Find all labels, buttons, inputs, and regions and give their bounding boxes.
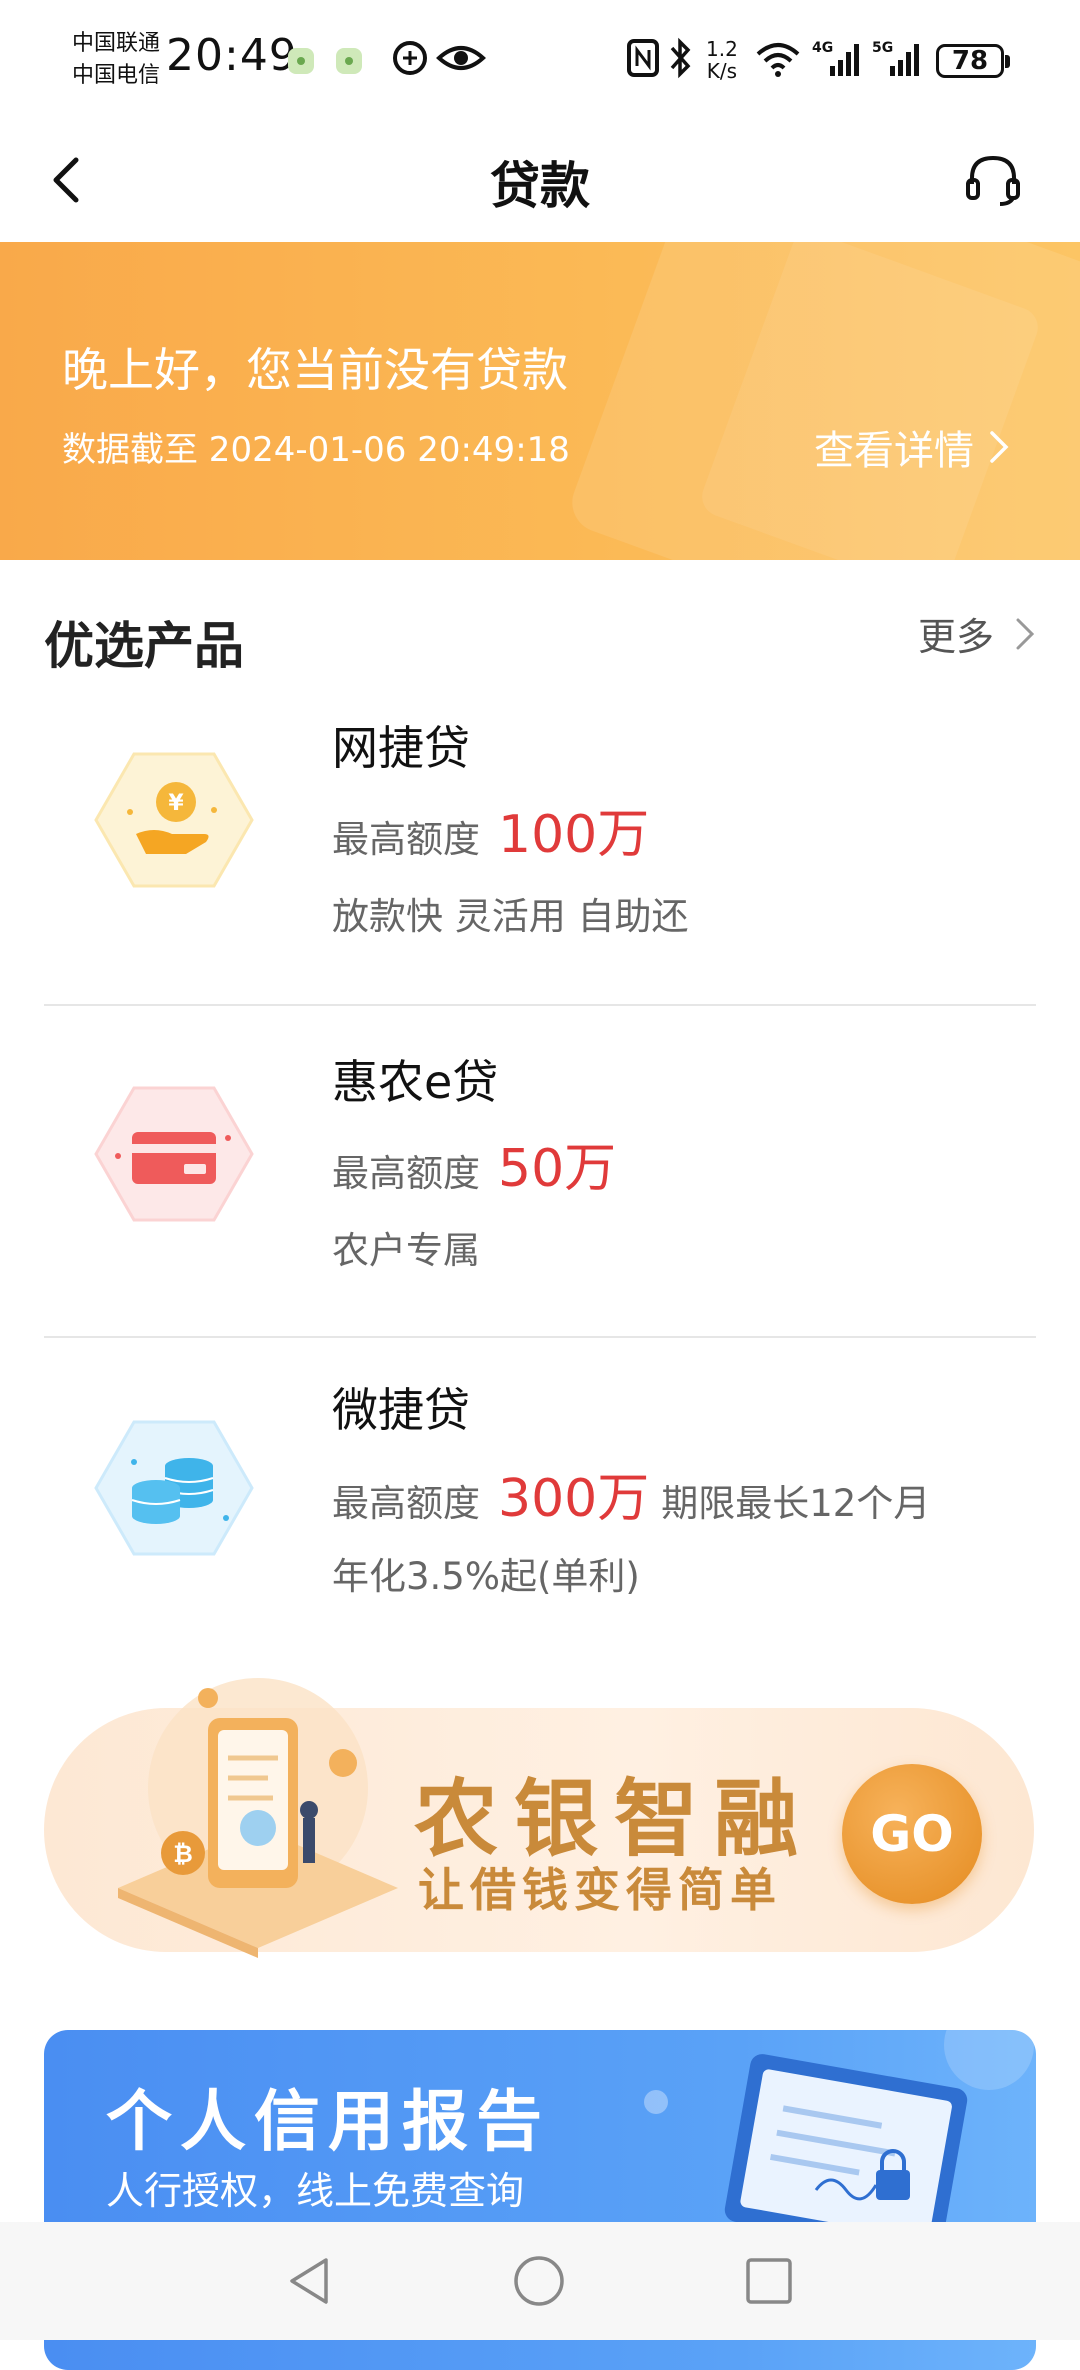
net-speed-unit: K/s (706, 59, 738, 83)
product-name: 微捷贷 (332, 1383, 470, 1437)
svg-text:¥: ¥ (168, 791, 184, 816)
hand-coin-icon: ¥ (94, 752, 254, 888)
product-description: 农户专属 (332, 1229, 480, 1272)
signal-5g-icon: 5G (872, 40, 919, 76)
divider (44, 1004, 1036, 1006)
nfc-icon (627, 39, 659, 77)
signal-4g-icon: 4G (812, 40, 859, 76)
product-item-wangjiedai[interactable]: ¥ 网捷贷 最高额度 100万 放款快 灵活用 自助还 (44, 700, 1036, 1000)
view-details-link[interactable]: 查看详情 (814, 418, 1012, 476)
chevron-right-icon (990, 431, 1009, 463)
product-name: 惠农e贷 (332, 1055, 499, 1109)
status-time: 20:49 (166, 30, 298, 81)
product-item-huinong-edai[interactable]: 惠农e贷 最高额度 50万 农户专属 (44, 1034, 1036, 1334)
svg-text:₿: ₿ (173, 1840, 193, 1868)
customer-service-headset-icon[interactable] (962, 148, 1024, 210)
net-speed: 1.2 K/s (706, 38, 738, 82)
product-item-weijiedai[interactable]: 微捷贷 最高额度 300万 期限最长12个月 年化3.5%起(单利) (44, 1364, 1036, 1664)
limit-label: 最高额度 (332, 1152, 480, 1195)
net-speed-value: 1.2 (706, 37, 738, 61)
status-bar: 中国联通 中国电信 20:49 1.2 K/s 4G 5G 78 (0, 0, 1080, 120)
system-navigation-bar (0, 2222, 1080, 2340)
svg-text:5G: 5G (872, 40, 893, 56)
chevron-right-icon (1016, 618, 1035, 649)
limit-label: 最高额度 (332, 1482, 480, 1525)
view-details-label: 查看详情 (814, 428, 974, 474)
credit-report-subtitle: 人行授权，线上免费查询 (106, 2169, 525, 2213)
credit-report-title: 个人信用报告 (106, 2083, 550, 2160)
data-saver-icon (393, 41, 427, 75)
limit-value: 300万 (498, 1469, 650, 1529)
more-label: 更多 (917, 615, 994, 659)
loan-status-banner: 晚上好，您当前没有贷款 数据截至 2024-01-06 20:49:18 查看详… (0, 242, 1080, 560)
product-limit-row: 最高额度 100万 (332, 792, 649, 867)
product-description: 放款快 灵活用 自助还 (332, 895, 689, 938)
system-recents-icon[interactable] (740, 2252, 798, 2310)
limit-term: 期限最长12个月 (661, 1482, 931, 1525)
page-title: 贷款 (490, 157, 590, 215)
wifi-icon (756, 43, 800, 77)
promo-subtitle: 让借钱变得简单 (418, 1863, 782, 1917)
card-icon (94, 1086, 254, 1222)
limit-label: 最高额度 (332, 818, 480, 861)
product-limit-row: 最高额度 300万 期限最长12个月 (332, 1456, 930, 1531)
nongyin-zhirong-promo-banner[interactable]: ₿ 农银智融 让借钱变得简单 GO (44, 1678, 1034, 1958)
phone-finance-illustration: ₿ (118, 1678, 398, 1958)
system-home-icon[interactable] (510, 2252, 568, 2310)
product-limit-row: 最高额度 50万 (332, 1126, 616, 1201)
carrier-1: 中国联通 (72, 31, 161, 56)
svg-text:4G: 4G (812, 40, 833, 56)
coins-stack-icon (94, 1420, 254, 1556)
product-description: 年化3.5%起(单利) (332, 1555, 640, 1598)
bluetooth-icon (670, 37, 691, 79)
decor-dot (644, 2090, 668, 2114)
more-products-link[interactable]: 更多 (918, 606, 1038, 661)
battery-level: 78 (936, 44, 1010, 78)
limit-value: 100万 (498, 805, 650, 865)
data-timestamp: 数据截至 2024-01-06 20:49:18 (62, 430, 570, 470)
product-name: 网捷贷 (332, 721, 470, 775)
carrier-names: 中国联通 中国电信 (72, 28, 160, 92)
go-button[interactable]: GO (842, 1764, 982, 1904)
divider (44, 1336, 1036, 1338)
system-back-icon[interactable] (282, 2252, 340, 2310)
eye-comfort-icon (436, 46, 486, 70)
top-nav-bar: 贷款 (0, 120, 1080, 242)
limit-value: 50万 (498, 1139, 617, 1199)
wechat-notification-icon (336, 48, 362, 74)
greeting-text: 晚上好，您当前没有贷款 (62, 343, 568, 397)
wechat-notification-icon (288, 48, 314, 74)
section-title-featured-products: 优选产品 (44, 617, 244, 675)
carrier-2: 中国电信 (72, 63, 161, 88)
